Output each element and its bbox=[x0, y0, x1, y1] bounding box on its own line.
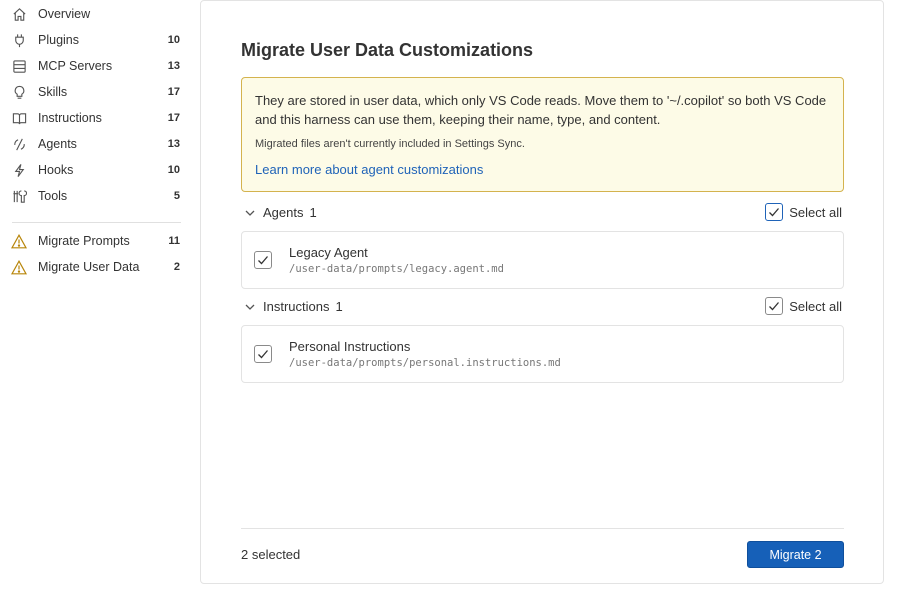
select-all-instructions[interactable]: Select all bbox=[765, 297, 842, 315]
migrate-button[interactable]: Migrate 2 bbox=[747, 541, 844, 568]
sidebar: Overview Plugins 10 MCP Servers 13 Skill… bbox=[0, 0, 192, 600]
sidebar-item-plugins[interactable]: Plugins 10 bbox=[10, 28, 182, 52]
plug-icon bbox=[10, 31, 28, 49]
warning-icon bbox=[10, 258, 28, 276]
group-name: Instructions bbox=[263, 299, 330, 314]
list-item[interactable]: Legacy Agent /user-data/prompts/legacy.a… bbox=[241, 231, 844, 289]
item-path: /user-data/prompts/personal.instructions… bbox=[289, 357, 561, 369]
sidebar-item-agents[interactable]: Agents 13 bbox=[10, 132, 182, 156]
sidebar-divider bbox=[12, 222, 181, 223]
sidebar-item-label: Plugins bbox=[38, 33, 79, 47]
home-icon bbox=[10, 5, 28, 23]
sidebar-item-label: Migrate User Data bbox=[38, 260, 140, 274]
select-all-checkbox[interactable] bbox=[765, 203, 784, 221]
sidebar-item-skills[interactable]: Skills 17 bbox=[10, 80, 182, 104]
group-count: 1 bbox=[309, 205, 317, 220]
sidebar-item-overview[interactable]: Overview bbox=[10, 2, 182, 26]
select-all-checkbox[interactable] bbox=[765, 297, 784, 315]
agent-icon bbox=[10, 135, 28, 153]
sidebar-item-label: MCP Servers bbox=[38, 59, 113, 73]
tools-icon bbox=[10, 187, 28, 205]
sidebar-item-count: 13 bbox=[167, 138, 180, 150]
app-root: Overview Plugins 10 MCP Servers 13 Skill… bbox=[0, 0, 900, 600]
sidebar-item-count: 13 bbox=[167, 60, 180, 72]
sidebar-item-label: Agents bbox=[38, 137, 77, 151]
select-all-label: Select all bbox=[789, 204, 842, 220]
group-title[interactable]: Instructions 1 bbox=[263, 299, 343, 314]
sidebar-item-instructions[interactable]: Instructions 17 bbox=[10, 106, 182, 130]
group-title[interactable]: Agents 1 bbox=[263, 205, 317, 220]
sidebar-item-count: 11 bbox=[168, 235, 180, 247]
item-path: /user-data/prompts/legacy.agent.md bbox=[289, 263, 504, 275]
item-name: Personal Instructions bbox=[289, 339, 411, 354]
sidebar-item-count: 2 bbox=[173, 261, 180, 273]
select-all-agents[interactable]: Select all bbox=[765, 203, 842, 221]
sidebar-item-label: Tools bbox=[38, 189, 68, 203]
sidebar-item-count: 17 bbox=[167, 86, 180, 98]
server-icon bbox=[10, 57, 28, 75]
group-header-agents: Agents 1 Select all bbox=[241, 202, 844, 224]
list-item[interactable]: Personal Instructions /user-data/prompts… bbox=[241, 325, 844, 383]
item-name: Legacy Agent bbox=[289, 245, 368, 260]
item-checkbox[interactable] bbox=[254, 345, 272, 363]
sidebar-item-label: Overview bbox=[38, 7, 91, 21]
learn-more-link[interactable]: Learn more about agent customizations bbox=[255, 162, 483, 177]
warning-icon bbox=[10, 232, 28, 250]
footer-divider bbox=[241, 528, 844, 529]
sidebar-item-label: Skills bbox=[38, 85, 68, 99]
book-icon bbox=[10, 109, 28, 127]
select-all-label: Select all bbox=[789, 298, 842, 314]
notice-subtext: Migrated files aren't currently included… bbox=[255, 138, 525, 150]
chevron-down-icon[interactable] bbox=[243, 206, 257, 220]
sidebar-item-hooks[interactable]: Hooks 10 bbox=[10, 158, 182, 182]
group-name: Agents bbox=[263, 205, 304, 220]
sidebar-item-mcp-servers[interactable]: MCP Servers 13 bbox=[10, 54, 182, 78]
lightning-icon bbox=[10, 161, 28, 179]
page-title: Migrate User Data Customizations bbox=[241, 40, 534, 60]
sidebar-item-migrate-user-data[interactable]: Migrate User Data 2 bbox=[10, 255, 182, 279]
selection-count: 2 selected bbox=[241, 547, 301, 562]
sidebar-item-migrate-prompts[interactable]: Migrate Prompts 11 bbox=[10, 229, 182, 253]
main-panel: Migrate User Data Customizations They ar… bbox=[200, 0, 884, 584]
item-checkbox[interactable] bbox=[254, 251, 272, 269]
notice-banner: They are stored in user data, which only… bbox=[241, 77, 844, 192]
group-header-instructions: Instructions 1 Select all bbox=[241, 296, 844, 318]
lightbulb-icon bbox=[10, 83, 28, 101]
sidebar-item-label: Hooks bbox=[38, 163, 74, 177]
sidebar-item-tools[interactable]: Tools 5 bbox=[10, 184, 182, 208]
group-count: 1 bbox=[335, 299, 343, 314]
sidebar-item-label: Migrate Prompts bbox=[38, 234, 130, 248]
chevron-down-icon[interactable] bbox=[243, 300, 257, 314]
sidebar-item-count: 10 bbox=[167, 164, 180, 176]
sidebar-item-label: Instructions bbox=[38, 111, 102, 125]
sidebar-item-count: 5 bbox=[173, 190, 180, 202]
notice-text: They are stored in user data, which only… bbox=[255, 93, 827, 127]
sidebar-item-count: 17 bbox=[167, 112, 180, 124]
sidebar-item-count: 10 bbox=[167, 34, 180, 46]
